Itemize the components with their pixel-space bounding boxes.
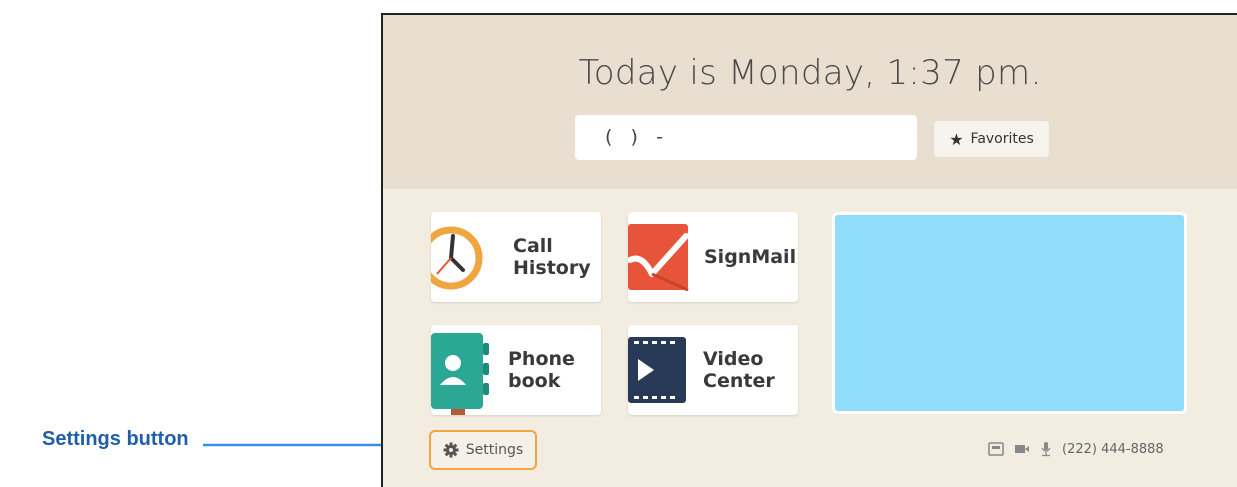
gear-icon (443, 442, 459, 458)
network-icon (988, 442, 1004, 456)
camera-icon (1015, 445, 1029, 453)
status-bar: (222) 444-8888 (988, 441, 1164, 457)
signmail-icon (628, 224, 689, 292)
favorites-label: Favorites (970, 131, 1034, 147)
clock-icon (431, 226, 483, 290)
page-title: Today is Monday, 1:37 pm. (578, 53, 1042, 93)
signmail-tile[interactable]: SignMail (628, 212, 798, 302)
film-play-icon (628, 337, 686, 403)
video-preview (832, 212, 1187, 414)
video-center-tile[interactable]: Video Center (628, 325, 798, 415)
phone-number: (222) 444-8888 (1062, 441, 1164, 457)
settings-label: Settings (465, 442, 524, 458)
microphone-icon (1041, 442, 1051, 457)
tile-label: Video Center (703, 348, 775, 392)
tile-label: Call History (513, 235, 591, 279)
device-screen: Today is Monday, 1:37 pm. ( ) - ★ Favori… (381, 13, 1237, 487)
star-icon: ★ (949, 129, 964, 149)
dial-number-input[interactable]: ( ) - (575, 115, 917, 160)
phonebook-icon (431, 333, 489, 415)
tile-label: Phone book (508, 348, 575, 392)
settings-button[interactable]: Settings (429, 430, 537, 470)
home-header: Today is Monday, 1:37 pm. ( ) - ★ Favori… (383, 15, 1237, 189)
tile-label: SignMail (704, 246, 797, 268)
call-history-tile[interactable]: Call History (431, 212, 601, 302)
phonebook-tile[interactable]: Phone book (431, 325, 601, 415)
favorites-button[interactable]: ★ Favorites (934, 121, 1049, 157)
